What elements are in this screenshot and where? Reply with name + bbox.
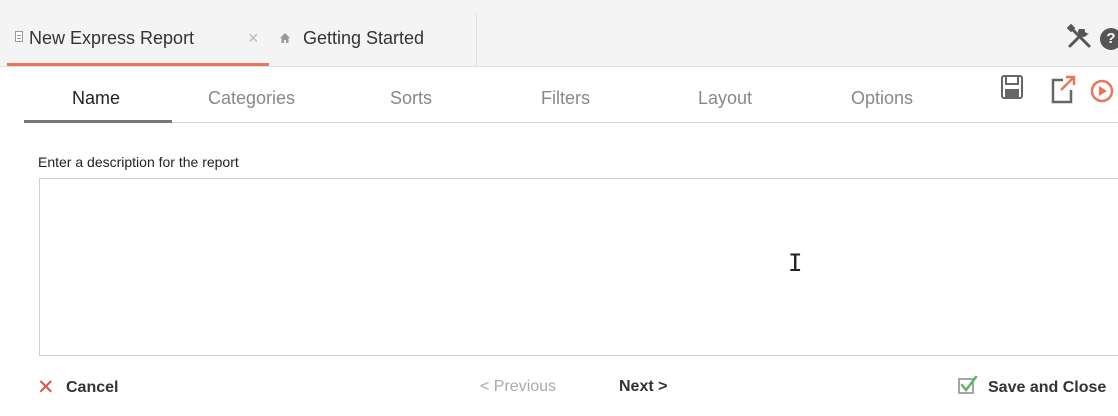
- next-button[interactable]: Next >: [619, 378, 667, 396]
- document-icon: [15, 31, 23, 42]
- previous-button[interactable]: < Previous: [480, 378, 556, 396]
- tab-categories[interactable]: Categories: [208, 88, 295, 109]
- cancel-icon[interactable]: ✕: [37, 375, 55, 400]
- active-tab-indicator: [24, 120, 172, 123]
- description-input[interactable]: [39, 178, 1118, 356]
- save-and-close-button[interactable]: Save and Close: [988, 379, 1106, 397]
- tab-new-express-report[interactable]: New Express Report ×: [7, 14, 269, 66]
- tabs-divider: [24, 122, 1118, 123]
- tab-sorts[interactable]: Sorts: [390, 88, 432, 109]
- tab-getting-started[interactable]: Getting Started: [269, 14, 477, 66]
- tab-layout[interactable]: Layout: [698, 88, 752, 109]
- tab-filters[interactable]: Filters: [541, 88, 590, 109]
- home-icon: [279, 32, 291, 47]
- description-label: Enter a description for the report: [38, 154, 239, 170]
- tab-label: New Express Report: [29, 28, 195, 48]
- tab-label: Getting Started: [303, 28, 425, 48]
- tab-name[interactable]: Name: [72, 88, 120, 109]
- top-tab-bar: New Express Report × Getting Started ?: [0, 0, 1118, 67]
- save-icon[interactable]: [1000, 74, 1024, 105]
- export-icon[interactable]: [1049, 74, 1077, 109]
- close-tab-icon[interactable]: ×: [248, 28, 259, 49]
- text-cursor-icon: I: [788, 249, 803, 277]
- tab-options[interactable]: Options: [851, 88, 913, 109]
- check-icon[interactable]: [958, 375, 978, 395]
- tools-icon[interactable]: [1066, 23, 1093, 50]
- help-icon[interactable]: ?: [1100, 28, 1118, 50]
- run-icon[interactable]: [1089, 78, 1115, 109]
- cancel-button[interactable]: Cancel: [66, 379, 118, 397]
